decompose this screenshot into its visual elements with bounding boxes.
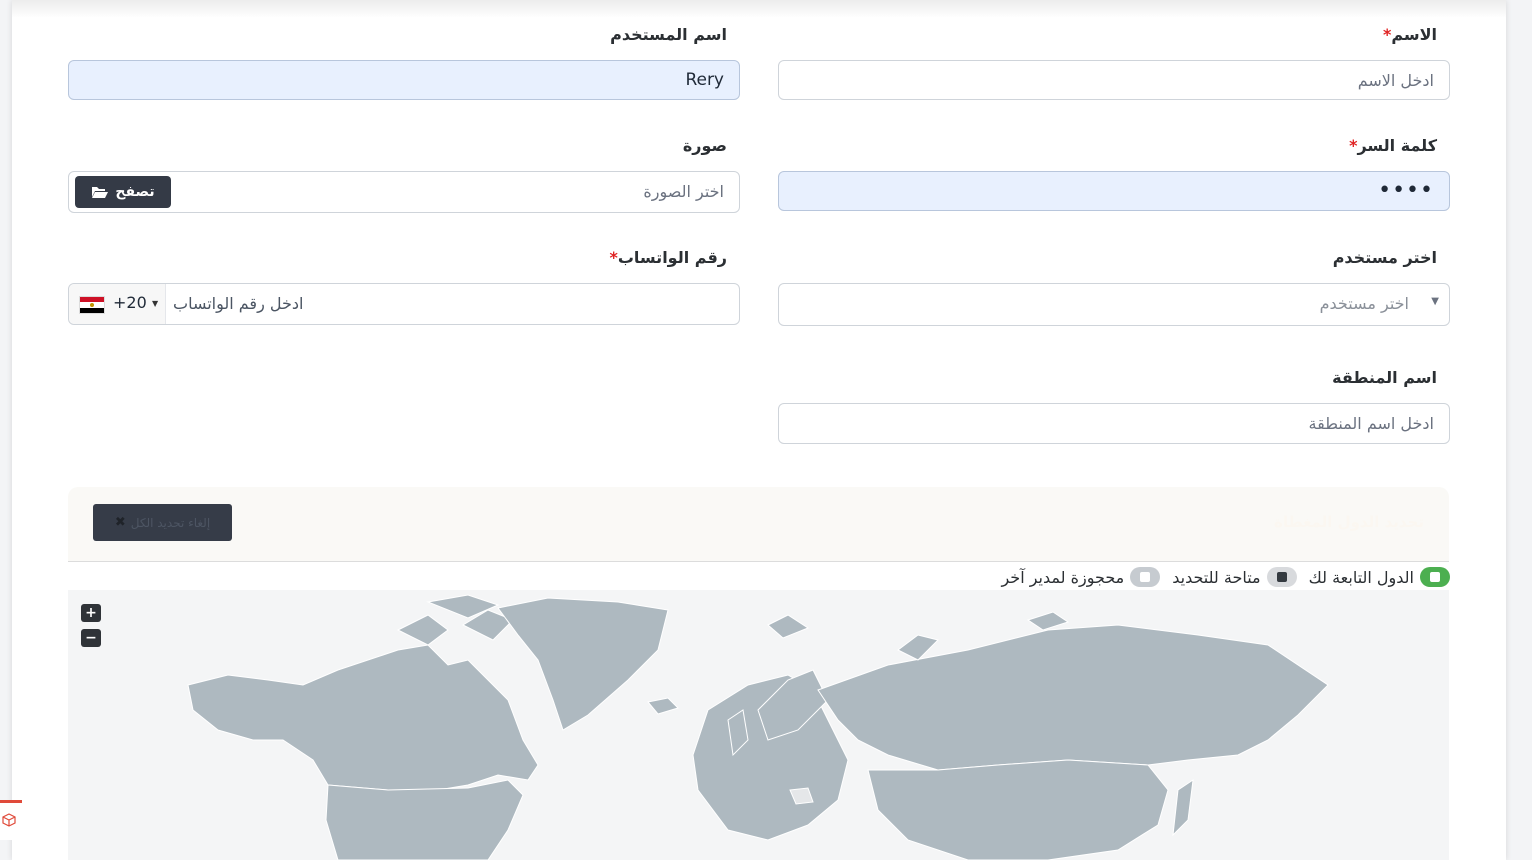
image-label: صورة bbox=[682, 136, 727, 155]
world-map-svg bbox=[187, 594, 1329, 860]
browse-label: تصفح bbox=[115, 184, 155, 200]
username-input[interactable]: Rery bbox=[68, 60, 740, 100]
country-greenland bbox=[497, 597, 669, 731]
top-shadow bbox=[12, 0, 1506, 18]
password-label: كلمة السر* bbox=[1349, 136, 1437, 155]
name-placeholder: ادخل الاسم bbox=[1357, 71, 1434, 90]
select-user-label: اختر مستخدم bbox=[1332, 248, 1437, 267]
countries-section-title: تحديد الدول المغطاة bbox=[1273, 513, 1424, 531]
region-label: اسم المنطقة bbox=[1332, 368, 1437, 387]
country-japan bbox=[1172, 778, 1194, 837]
deselect-all-button[interactable]: إلغاء تحديد الكل ✖ bbox=[93, 504, 232, 541]
country-north-america bbox=[187, 644, 539, 791]
legend-available-swatch bbox=[1266, 567, 1297, 587]
select-user-dropdown[interactable]: اختر مستخدم ▼ bbox=[778, 283, 1450, 326]
country-iceland bbox=[647, 697, 679, 715]
whatsapp-placeholder: ادخل رقم الواتساب bbox=[173, 294, 304, 313]
country-russia bbox=[817, 624, 1329, 771]
caret-down-icon: ▼ bbox=[152, 299, 159, 308]
password-input[interactable]: •••• bbox=[778, 171, 1450, 211]
username-label: اسم المستخدم bbox=[610, 25, 727, 44]
cube-icon bbox=[2, 813, 16, 827]
legend-reserved-swatch bbox=[1130, 567, 1161, 587]
country-code-selector[interactable]: +20 ▼ bbox=[69, 284, 166, 324]
times-icon: ✖ bbox=[114, 515, 126, 530]
zoom-out-label: − bbox=[85, 630, 97, 646]
name-label-text: الاسم bbox=[1391, 25, 1437, 44]
whatsapp-label: رقم الواتساب* bbox=[609, 248, 727, 267]
whatsapp-input[interactable]: +20 ▼ ادخل رقم الواتساب bbox=[68, 283, 740, 325]
legend-reserved-label: محجوزة لمدير آخر bbox=[1001, 567, 1125, 587]
region-input[interactable]: ادخل اسم المنطقة bbox=[778, 403, 1450, 444]
name-input[interactable]: ادخل الاسم bbox=[778, 60, 1450, 100]
legend-owned-swatch bbox=[1420, 567, 1450, 587]
country-china bbox=[867, 759, 1169, 860]
username-value: Rery bbox=[685, 70, 724, 90]
whatsapp-label-text: رقم الواتساب bbox=[617, 248, 727, 267]
select-user-placeholder: اختر مستخدم bbox=[1319, 294, 1409, 313]
name-label: الاسم* bbox=[1383, 25, 1437, 44]
egypt-flag-icon bbox=[79, 296, 105, 314]
folder-open-icon bbox=[92, 187, 109, 198]
dropdown-caret-icon: ▼ bbox=[1431, 296, 1439, 307]
zoom-in-label: + bbox=[85, 605, 97, 621]
country-united-states bbox=[325, 779, 524, 860]
zoom-in-button[interactable]: + bbox=[81, 604, 101, 622]
debug-badge[interactable] bbox=[0, 800, 22, 840]
legend-available-label: متاحة للتحديد bbox=[1172, 567, 1261, 587]
password-label-text: كلمة السر bbox=[1357, 136, 1437, 155]
world-map[interactable]: + − bbox=[68, 590, 1449, 860]
password-value: •••• bbox=[1378, 178, 1434, 203]
region-placeholder: ادخل اسم المنطقة bbox=[1308, 414, 1434, 433]
image-placeholder: اختر الصورة bbox=[643, 182, 724, 201]
image-input[interactable]: اختر الصورة تصفح bbox=[68, 171, 740, 213]
legend-owned-label: الدول التابعة لك bbox=[1308, 567, 1414, 587]
required-mark: * bbox=[609, 248, 618, 267]
deselect-all-label: إلغاء تحديد الكل bbox=[130, 515, 211, 530]
browse-button[interactable]: تصفح bbox=[75, 176, 171, 208]
map-legend: الدول التابعة لك متاحة للتحديد محجوزة لم… bbox=[990, 565, 1450, 589]
country-code: +20 bbox=[113, 293, 147, 312]
zoom-out-button[interactable]: − bbox=[81, 629, 101, 647]
